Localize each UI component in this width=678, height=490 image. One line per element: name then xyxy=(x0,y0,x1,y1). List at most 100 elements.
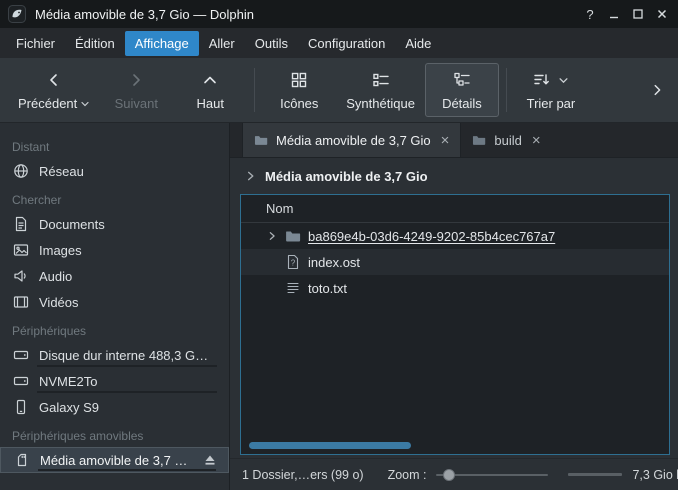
column-header-nom[interactable]: Nom xyxy=(241,195,669,223)
sidebar-item-nvme2to[interactable]: NVME2To xyxy=(0,368,229,394)
chevron-up-icon xyxy=(202,69,218,91)
expander-spacer xyxy=(265,282,278,295)
sidebar-item-label: Réseau xyxy=(39,164,84,179)
maximize-icon xyxy=(631,7,645,21)
column-header-label: Nom xyxy=(266,201,293,216)
sidebar-item-label: Vidéos xyxy=(39,295,79,310)
sort-by-button[interactable]: Trier par xyxy=(514,63,588,117)
svg-text:?: ? xyxy=(291,259,296,268)
expander-spacer xyxy=(265,256,278,269)
maximize-button[interactable] xyxy=(626,3,650,25)
toolbar-separator xyxy=(254,68,255,112)
menu-item-aide[interactable]: Aide xyxy=(395,31,441,56)
file-name: index.ost xyxy=(308,255,360,270)
tab-close-icon[interactable]: × xyxy=(532,132,541,149)
compact-view-button[interactable]: Synthétique xyxy=(336,63,425,117)
dolphin-window: Média amovible de 3,7 Gio — Dolphin ? Fi… xyxy=(0,0,678,490)
titlebar: Média amovible de 3,7 Gio — Dolphin ? xyxy=(0,0,678,28)
sidebar-item-disque-interne[interactable]: Disque dur interne 488,3 G… xyxy=(0,342,229,368)
menu-item-outils[interactable]: Outils xyxy=(245,31,298,56)
audio-icon xyxy=(13,268,29,284)
tab-build[interactable]: build × xyxy=(461,123,551,157)
folder-icon xyxy=(472,133,486,147)
close-icon xyxy=(655,7,669,21)
sd-card-icon xyxy=(14,452,30,468)
file-row-toto-txt[interactable]: toto.txt xyxy=(241,275,669,301)
tab-close-icon[interactable]: × xyxy=(441,132,450,149)
main-view: Média amovible de 3,7 Gio × build × Médi… xyxy=(230,123,678,490)
file-row-folder[interactable]: ba869e4b-03d6-4249-9202-85b4cec767a7 xyxy=(241,223,669,249)
details-view-button[interactable]: Détails xyxy=(425,63,499,117)
expand-icon[interactable] xyxy=(265,230,278,243)
menu-item-aller[interactable]: Aller xyxy=(199,31,245,56)
disk-usage-bar xyxy=(37,365,217,367)
tab-media-amovible[interactable]: Média amovible de 3,7 Gio × xyxy=(242,123,461,157)
icons-view-label: Icônes xyxy=(280,96,318,111)
sidebar-item-label: Images xyxy=(39,243,82,258)
eject-icon[interactable] xyxy=(202,452,218,468)
close-button[interactable] xyxy=(650,3,674,25)
chevron-right-icon xyxy=(650,82,664,98)
caret-down-icon xyxy=(81,101,89,107)
file-row-index-ost[interactable]: ? index.ost xyxy=(241,249,669,275)
zoom-label: Zoom : xyxy=(388,468,427,482)
sidebar-item-label: Galaxy S9 xyxy=(39,400,99,415)
hard-drive-icon xyxy=(13,347,29,363)
app-icon xyxy=(8,5,26,23)
zoom-slider[interactable] xyxy=(436,468,548,482)
window-title: Média amovible de 3,7 Gio — Dolphin xyxy=(35,7,254,22)
chevron-right-icon xyxy=(128,69,144,91)
tab-bar: Média amovible de 3,7 Gio × build × xyxy=(230,123,678,158)
breadcrumb-location[interactable]: Média amovible de 3,7 Gio xyxy=(265,169,428,184)
sidebar-item-videos[interactable]: Vidéos xyxy=(0,289,229,315)
sidebar-item-media-amovible[interactable]: Média amovible de 3,7 … xyxy=(0,447,229,473)
menu-item-fichier[interactable]: Fichier xyxy=(6,31,65,56)
horizontal-scrollbar[interactable] xyxy=(249,442,411,449)
sidebar-item-audio[interactable]: Audio xyxy=(0,263,229,289)
forward-label: Suivant xyxy=(115,96,158,111)
network-icon xyxy=(13,163,29,179)
file-view: Nom ba869e4b-03d6-4249-9202-85b4cec767a7… xyxy=(240,194,670,455)
chevron-left-icon xyxy=(46,69,62,91)
tab-label: Média amovible de 3,7 Gio xyxy=(276,133,431,148)
section-header-distant: Distant xyxy=(0,131,229,158)
sidebar-item-reseau[interactable]: Réseau xyxy=(0,158,229,184)
menu-item-configuration[interactable]: Configuration xyxy=(298,31,395,56)
folder-icon xyxy=(285,228,301,244)
sidebar-item-label: NVME2To xyxy=(39,374,98,389)
file-name: toto.txt xyxy=(308,281,347,296)
caret-down-icon xyxy=(559,77,568,84)
sidebar-item-images[interactable]: Images xyxy=(0,237,229,263)
up-button[interactable]: Haut xyxy=(173,63,247,117)
sidebar-item-documents[interactable]: Documents xyxy=(0,211,229,237)
sidebar-item-label: Média amovible de 3,7 … xyxy=(40,453,187,468)
status-summary: 1 Dossier,…ers (99 o) xyxy=(242,468,364,482)
hard-drive-icon xyxy=(13,373,29,389)
sidebar-item-label: Documents xyxy=(39,217,105,232)
text-file-icon xyxy=(285,280,301,296)
videos-icon xyxy=(13,294,29,310)
menu-item-affichage[interactable]: Affichage xyxy=(125,31,199,56)
chevron-right-icon xyxy=(245,170,256,182)
menu-item-edition[interactable]: Édition xyxy=(65,31,125,56)
help-button[interactable]: ? xyxy=(578,3,602,25)
section-header-peripheriques: Périphériques xyxy=(0,315,229,342)
sidebar-item-label: Disque dur interne 488,3 G… xyxy=(39,348,208,363)
zoom-slider-handle[interactable] xyxy=(443,469,455,481)
sidebar-item-label: Audio xyxy=(39,269,72,284)
minimize-button[interactable] xyxy=(602,3,626,25)
disk-usage-bar xyxy=(38,469,216,471)
up-label: Haut xyxy=(197,96,224,111)
disk-usage-bar xyxy=(37,391,217,393)
compact-view-icon xyxy=(373,69,389,91)
details-view-label: Détails xyxy=(442,96,482,111)
menubar: Fichier Édition Affichage Aller Outils C… xyxy=(0,28,678,58)
toolbar-overflow-button[interactable] xyxy=(644,70,670,110)
back-button[interactable]: Précédent xyxy=(8,63,99,117)
icons-view-button[interactable]: Icônes xyxy=(262,63,336,117)
free-space-label: 7,3 Gio libre(s) xyxy=(632,468,678,482)
sidebar-item-galaxy-s9[interactable]: Galaxy S9 xyxy=(0,394,229,420)
tab-label: build xyxy=(494,133,521,148)
forward-button: Suivant xyxy=(99,63,173,117)
places-panel: Distant Réseau Chercher Documents Images xyxy=(0,123,230,490)
